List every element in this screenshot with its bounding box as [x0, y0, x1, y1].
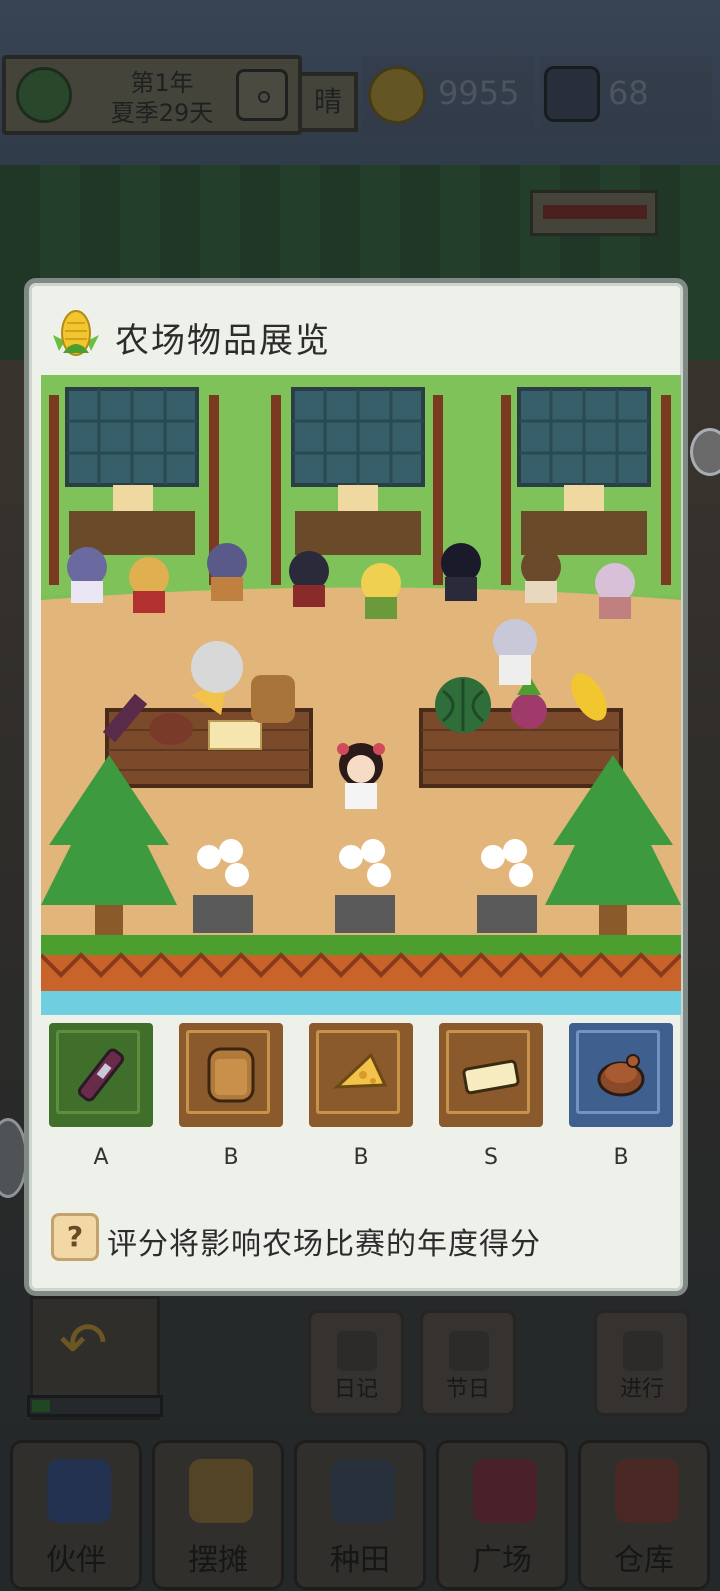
exhibit-slot-2[interactable] — [179, 1023, 283, 1127]
hint-text: 评分将影响农场比赛的年度得分 — [107, 1227, 541, 1262]
exhibit-slot-5[interactable] — [569, 1023, 673, 1127]
pie-icon — [597, 1054, 645, 1097]
grade-label: S — [484, 1145, 498, 1170]
score-hint: ? 评分将影响农场比赛的年度得分 — [51, 1211, 671, 1267]
exhibit-slot-1[interactable] — [49, 1023, 153, 1127]
vendor-left — [191, 641, 243, 693]
exhibit-slot-4[interactable] — [439, 1023, 543, 1127]
cheese-icon — [333, 1052, 388, 1089]
grade-label: B — [223, 1145, 239, 1170]
exhibit-slot-3[interactable] — [309, 1023, 413, 1127]
grade-label: B — [613, 1145, 629, 1170]
exhibition-modal: 农场物品展览 A B B S B ? 评分将影响农场比赛的年度得分 — [24, 278, 688, 1296]
wine-bottle-icon — [77, 1048, 125, 1102]
grade-label: B — [353, 1145, 369, 1170]
modal-title: 农场物品展览 — [115, 321, 331, 361]
butter-icon — [462, 1059, 520, 1095]
exhibition-scene — [41, 375, 681, 1015]
grade-label: A — [93, 1145, 109, 1170]
question-icon[interactable]: ? — [51, 1213, 99, 1261]
bread-icon — [207, 1047, 255, 1103]
exhibit-item-row — [49, 1023, 673, 1133]
corn-icon — [53, 310, 99, 356]
